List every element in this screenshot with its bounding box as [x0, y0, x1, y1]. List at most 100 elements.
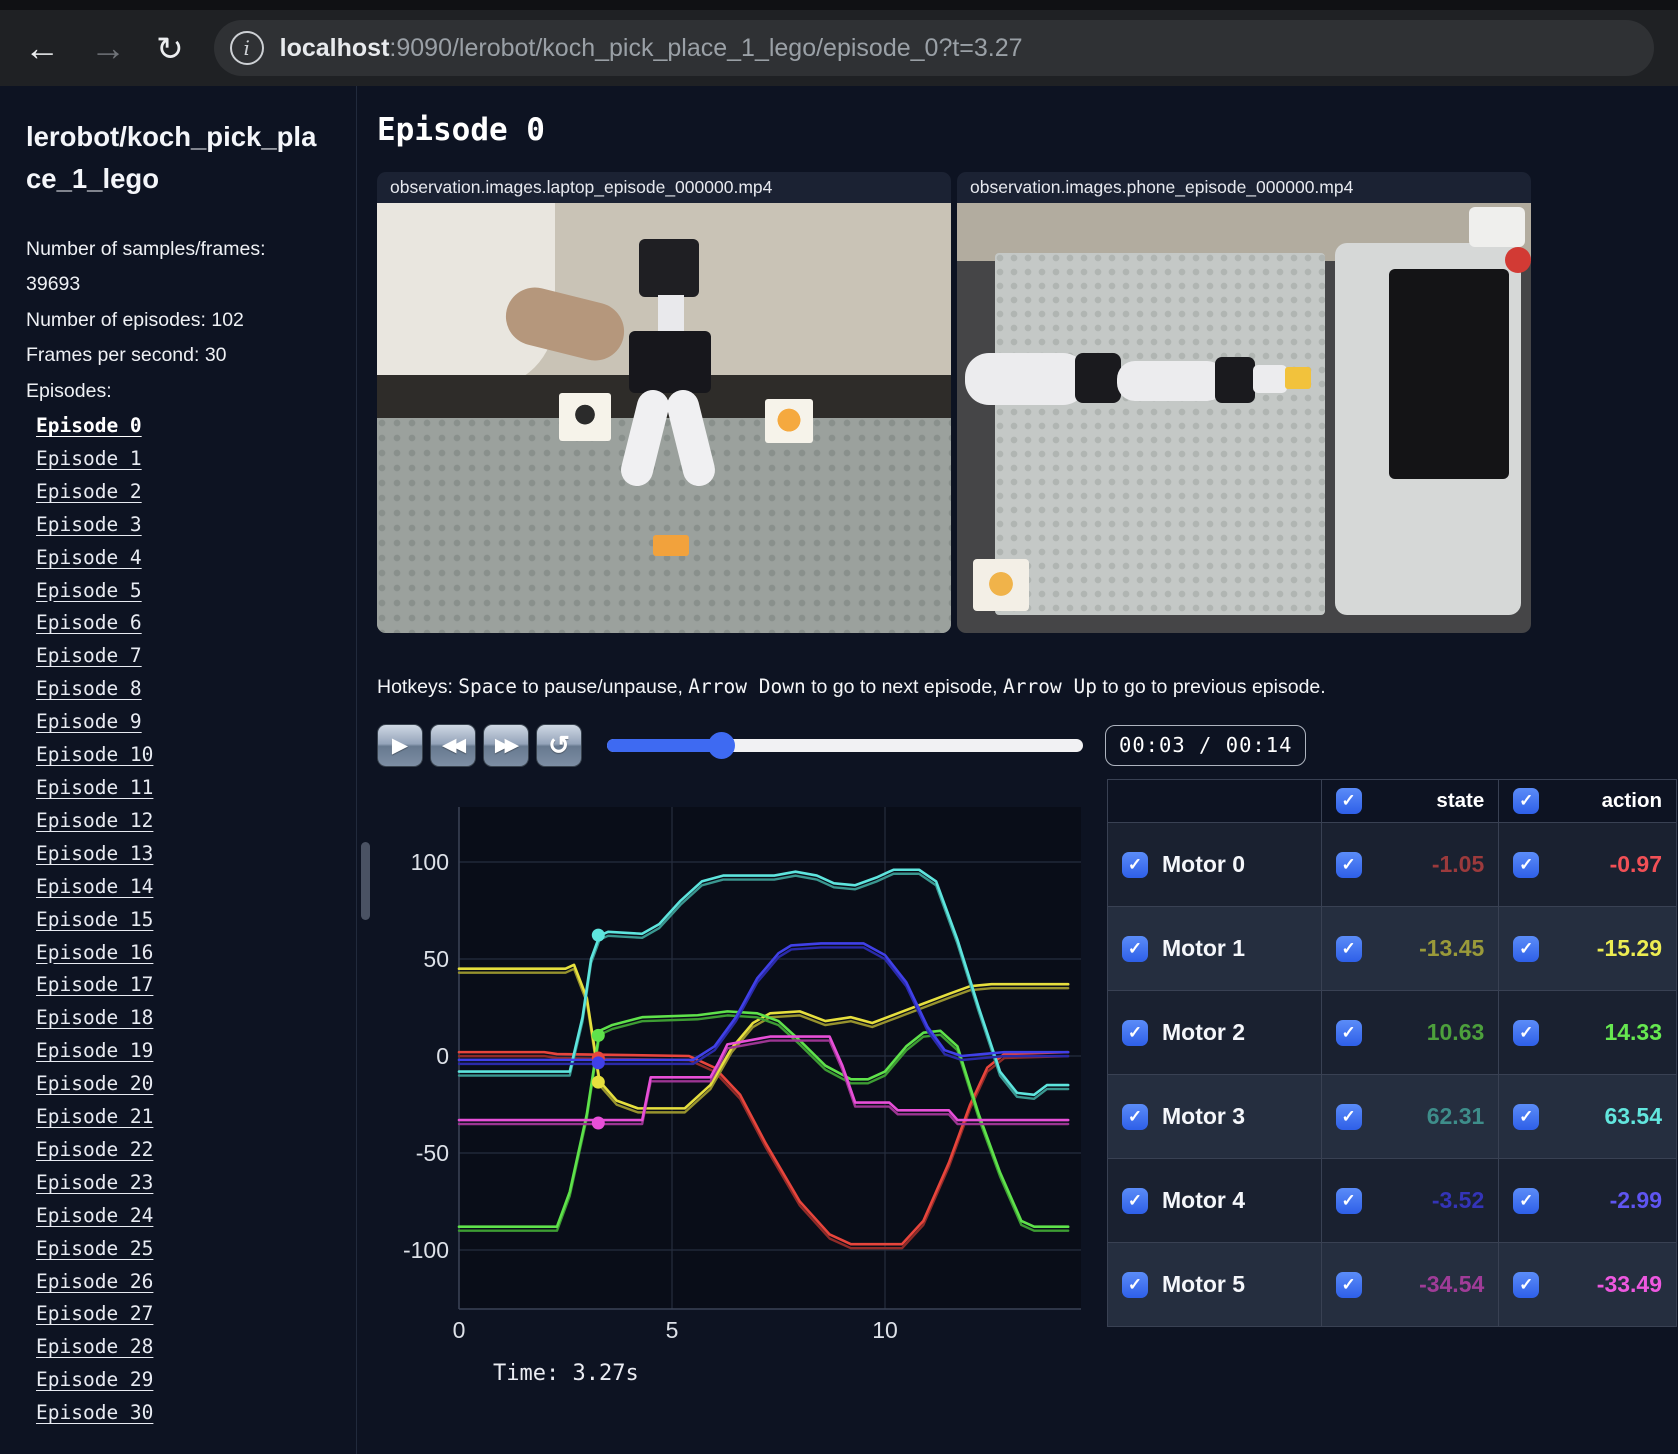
checkbox[interactable]: ✓	[1513, 1187, 1540, 1214]
episode-link[interactable]: Episode 10	[36, 743, 153, 766]
checkbox[interactable]: ✓	[1122, 935, 1148, 962]
episode-item: Episode 29	[36, 1364, 342, 1397]
checkbox[interactable]: ✓	[1513, 1103, 1540, 1130]
motor-name: Motor 3	[1162, 1103, 1246, 1129]
episode-link[interactable]: Episode 24	[36, 1204, 153, 1227]
checkbox[interactable]: ✓	[1513, 935, 1540, 962]
episode-link[interactable]: Episode 5	[36, 579, 142, 602]
motor-name: Motor 2	[1162, 1019, 1246, 1045]
episode-link[interactable]: Episode 8	[36, 677, 142, 700]
episode-link[interactable]: Episode 29	[36, 1368, 153, 1391]
hotkeys-mid2: to go to next episode,	[805, 676, 1004, 698]
slider-thumb[interactable]	[707, 732, 735, 759]
seek-slider[interactable]	[607, 732, 1083, 759]
motor-row: ✓ Motor 2 ✓ 10.63 ✓ 14.33	[1107, 990, 1677, 1075]
address-bar[interactable]: i localhost:9090/lerobot/koch_pick_place…	[213, 20, 1654, 76]
episode-link[interactable]: Episode 18	[36, 1006, 153, 1029]
episode-link[interactable]: Episode 3	[36, 513, 142, 536]
checkbox[interactable]: ✓	[1122, 1271, 1148, 1298]
checkbox[interactable]: ✓	[1122, 851, 1148, 878]
state-column-checkbox[interactable]: ✓	[1335, 788, 1362, 814]
episode-link[interactable]: Episode 15	[36, 908, 153, 931]
motor-name: Motor 4	[1162, 1187, 1246, 1213]
checkbox[interactable]: ✓	[1335, 935, 1362, 962]
reload-icon[interactable]: ↻	[156, 32, 184, 65]
episode-item: Episode 22	[36, 1134, 342, 1167]
scrollbar-thumb[interactable]	[361, 842, 370, 920]
robot-camera	[639, 239, 699, 297]
y-tick-label: -100	[403, 1237, 449, 1263]
episode-link[interactable]: Episode 17	[36, 973, 153, 996]
video-title-phone: observation.images.phone_episode_000000.…	[957, 172, 1531, 203]
episode-link[interactable]: Episode 28	[36, 1335, 153, 1358]
episode-link[interactable]: Episode 4	[36, 546, 142, 569]
loop-button[interactable]: ↺	[536, 724, 582, 767]
motor-table: ✓ state ✓ action ✓ Motor 0 ✓ -1.05 ✓ -0.97 ✓ Mo	[1107, 779, 1677, 1327]
hotkeys-suffix: to go to previous episode.	[1096, 676, 1326, 698]
forward-arrow-icon[interactable]: →	[90, 30, 126, 66]
episode-link[interactable]: Episode 22	[36, 1138, 153, 1161]
header-empty-cell	[1107, 779, 1322, 823]
video-title-laptop: observation.images.laptop_episode_000000…	[377, 172, 951, 203]
episode-item: Episode 2	[36, 476, 342, 509]
episode-item: Episode 10	[36, 739, 342, 772]
back-arrow-icon[interactable]: ←	[24, 30, 60, 66]
episode-link[interactable]: Episode 30	[36, 1401, 153, 1424]
motors-chart[interactable]: 100 50 0 -50 -100 0 5 10	[377, 779, 1089, 1345]
checkbox[interactable]: ✓	[1335, 1019, 1362, 1046]
fast-forward-icon: ▶▶	[494, 735, 519, 756]
site-info-icon[interactable]: i	[229, 31, 264, 65]
motor-table-body: ✓ Motor 0 ✓ -1.05 ✓ -0.97 ✓ Motor 1 ✓ -13.45 ✓ -15.…	[1107, 822, 1677, 1327]
panda-card	[559, 393, 611, 441]
current-time-marker-motor-1	[591, 1075, 605, 1089]
episode-item: Episode 30	[36, 1397, 342, 1430]
episode-link[interactable]: Episode 23	[36, 1171, 153, 1194]
checkbox[interactable]: ✓	[1122, 1103, 1148, 1130]
motor-state-value: -3.52	[1431, 1187, 1485, 1213]
browser-window-edge	[0, 0, 1678, 10]
fast-forward-button[interactable]: ▶▶	[483, 724, 529, 767]
episode-item: Episode 26	[36, 1266, 342, 1299]
motor-name: Motor 5	[1162, 1271, 1246, 1297]
checkbox[interactable]: ✓	[1122, 1187, 1148, 1214]
episode-link[interactable]: Episode 12	[36, 809, 153, 832]
scene-keyboard	[1389, 269, 1509, 479]
checkbox[interactable]: ✓	[1122, 1019, 1148, 1046]
current-time-marker-motor-3	[591, 928, 605, 942]
loop-icon: ↺	[548, 730, 570, 760]
episode-link[interactable]: Episode 1	[36, 447, 142, 470]
episode-link[interactable]: Episode 11	[36, 776, 153, 799]
episode-link[interactable]: Episode 16	[36, 941, 153, 964]
episode-link[interactable]: Episode 13	[36, 842, 153, 865]
episode-link[interactable]: Episode 20	[36, 1072, 153, 1095]
episode-link[interactable]: Episode 27	[36, 1302, 153, 1325]
checkbox[interactable]: ✓	[1513, 851, 1540, 878]
episode-link[interactable]: Episode 6	[36, 611, 142, 634]
rewind-button[interactable]: ◀◀	[430, 724, 476, 767]
url-text[interactable]: localhost:9090/lerobot/koch_pick_place_1…	[280, 34, 1023, 63]
checkbox[interactable]: ✓	[1513, 1271, 1540, 1298]
phone-video[interactable]	[957, 203, 1531, 633]
checkbox[interactable]: ✓	[1335, 1103, 1362, 1130]
action-column-checkbox[interactable]: ✓	[1513, 788, 1540, 814]
episode-link[interactable]: Episode 26	[36, 1270, 153, 1293]
episode-link[interactable]: Episode 9	[36, 710, 142, 733]
dataset-info: Number of samples/frames: 39693 Number o…	[26, 232, 271, 409]
checkbox[interactable]: ✓	[1335, 1271, 1362, 1298]
motor-table-header: ✓ state ✓ action	[1107, 779, 1677, 823]
episode-link[interactable]: Episode 21	[36, 1105, 153, 1128]
play-button[interactable]: ▶	[377, 724, 423, 767]
episode-link[interactable]: Episode 14	[36, 875, 153, 898]
episode-link[interactable]: Episode 2	[36, 480, 142, 503]
checkbox[interactable]: ✓	[1335, 851, 1362, 878]
episode-link[interactable]: Episode 19	[36, 1039, 153, 1062]
checkbox[interactable]: ✓	[1335, 1187, 1362, 1214]
robot-arm-gripper	[1253, 365, 1287, 393]
checkbox[interactable]: ✓	[1513, 1019, 1540, 1046]
episode-link[interactable]: Episode 25	[36, 1237, 153, 1260]
hotkey-arrow-down: Arrow Down	[688, 675, 806, 698]
current-time-marker-motor-5	[591, 1116, 605, 1130]
episode-link[interactable]: Episode 7	[36, 644, 142, 667]
laptop-video[interactable]	[377, 203, 951, 633]
episode-link[interactable]: Episode 0	[36, 414, 142, 437]
